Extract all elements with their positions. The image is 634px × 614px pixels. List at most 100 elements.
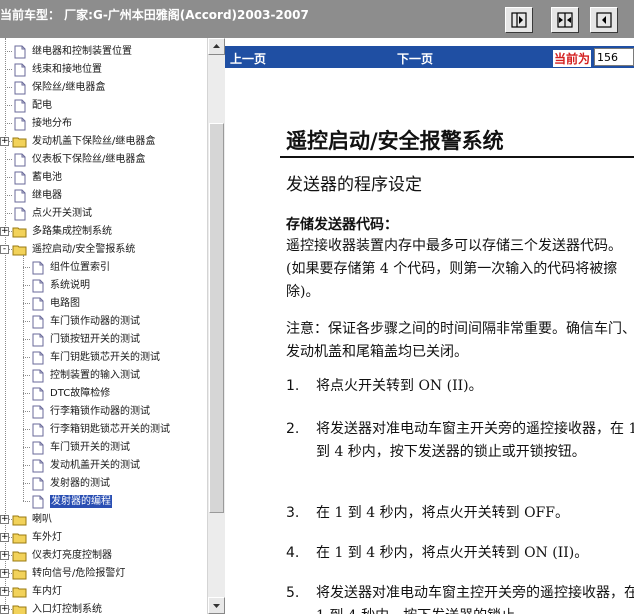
tree-item[interactable]: + 仪表灯亮度控制器 — [0, 547, 207, 565]
step-text: 将发送器对准电动车窗主开关旁的遥控接收器，在 1 到 4 秒内，按下发送器的锁止… — [316, 421, 634, 460]
scroll-up-button[interactable] — [208, 38, 225, 55]
tree-label[interactable]: 控制装置的输入测试 — [50, 369, 140, 382]
tree-label[interactable]: 车门钥匙锁芯开关的测试 — [50, 351, 160, 364]
tree-item[interactable]: + 转向信号/危险报警灯 — [0, 565, 207, 583]
tree-item[interactable]: + 喇叭 — [0, 511, 207, 529]
next-page-link[interactable]: 下一页 — [397, 50, 433, 67]
tree-label[interactable]: 车内灯 — [32, 585, 62, 598]
tree-item[interactable]: 蓄电池 — [0, 169, 207, 187]
tree-item[interactable]: 车门锁开关的测试 — [0, 439, 207, 457]
tree-item[interactable]: 点火开关测试 — [0, 205, 207, 223]
expand-button[interactable]: + — [0, 605, 9, 614]
page-number-input[interactable] — [594, 48, 634, 66]
expand-button[interactable]: + — [0, 227, 9, 236]
tree-label[interactable]: 发动机盖开关的测试 — [50, 459, 140, 472]
tree-item[interactable]: 行李箱钥匙锁芯开关的测试 — [0, 421, 207, 439]
scroll-thumb[interactable] — [209, 123, 224, 513]
tree-item[interactable]: + 发动机盖下保险丝/继电器盒 — [0, 133, 207, 151]
tree-item[interactable]: + 多路集成控制系统 — [0, 223, 207, 241]
section-heading: 存储发送器代码： — [286, 217, 398, 233]
step-number: 5. — [286, 585, 300, 601]
step-number: 4. — [286, 545, 300, 561]
tree-label[interactable]: 车外灯 — [32, 531, 62, 544]
tree-item[interactable]: 组件位置索引 — [0, 259, 207, 277]
tree-item[interactable]: 发射器的测试 — [0, 475, 207, 493]
down-arrow-icon — [213, 604, 220, 608]
tree-item[interactable]: + 入口灯控制系统 — [0, 601, 207, 614]
tree-item[interactable]: - 遥控启动/安全警报系统 — [0, 241, 207, 259]
show-tree-button[interactable] — [505, 7, 533, 33]
tree-label[interactable]: DTC故障检修 — [50, 387, 110, 400]
tree-label[interactable]: 入口灯控制系统 — [32, 603, 102, 614]
folder-icon — [12, 137, 27, 148]
tree-label[interactable]: 喇叭 — [32, 513, 52, 526]
tree-label[interactable]: 电路图 — [50, 297, 80, 310]
tree-item[interactable]: 车门钥匙锁芯开关的测试 — [0, 349, 207, 367]
expand-button[interactable]: + — [0, 515, 9, 524]
tree-item[interactable]: 行李箱锁作动器的测试 — [0, 403, 207, 421]
tree-label[interactable]: 多路集成控制系统 — [32, 225, 112, 238]
tree-item[interactable]: 继电器和控制装置位置 — [0, 43, 207, 61]
tree-item[interactable]: 仪表板下保险丝/继电器盒 — [0, 151, 207, 169]
show-both-button[interactable] — [551, 7, 579, 33]
prev-page-link[interactable]: 上一页 — [230, 50, 266, 67]
tree-connector — [23, 429, 30, 430]
expand-button[interactable]: + — [0, 587, 9, 596]
tree-item[interactable]: 控制装置的输入测试 — [0, 367, 207, 385]
tree-item[interactable]: 接地分布 — [0, 115, 207, 133]
tree-label[interactable]: 仪表灯亮度控制器 — [32, 549, 112, 562]
tree-connector — [23, 267, 30, 268]
tree-label[interactable]: 车门锁作动器的测试 — [50, 315, 140, 328]
tree-label[interactable]: 继电器 — [32, 189, 62, 202]
tree-label[interactable]: 保险丝/继电器盒 — [32, 81, 105, 94]
tree-label[interactable]: 发射器的测试 — [50, 477, 110, 490]
tree-label[interactable]: 点火开关测试 — [32, 207, 92, 220]
scroll-down-button[interactable] — [208, 597, 225, 614]
window-title: 当前车型： 厂家:G-广州本田雅阁(Accord)2003-2007 — [0, 8, 309, 22]
expand-button[interactable]: + — [0, 533, 9, 542]
tree-connector — [5, 195, 12, 196]
tree-item[interactable]: 保险丝/继电器盒 — [0, 79, 207, 97]
tree-connector — [23, 393, 30, 394]
tree-label[interactable]: 接地分布 — [32, 117, 72, 130]
tree-label[interactable]: 行李箱锁作动器的测试 — [50, 405, 150, 418]
tree-item[interactable]: 配电 — [0, 97, 207, 115]
tree-label[interactable]: 组件位置索引 — [50, 261, 110, 274]
tree-scrollbar[interactable] — [207, 38, 225, 614]
expand-button[interactable]: + — [0, 137, 9, 146]
tree-item[interactable]: + 车外灯 — [0, 529, 207, 547]
tree-item[interactable]: 发动机盖开关的测试 — [0, 457, 207, 475]
expand-button[interactable]: + — [0, 569, 9, 578]
tree-item[interactable]: DTC故障检修 — [0, 385, 207, 403]
tree-label[interactable]: 仪表板下保险丝/继电器盒 — [32, 153, 145, 166]
tree-item[interactable]: 门锁按钮开关的测试 — [0, 331, 207, 349]
tree-label[interactable]: 配电 — [32, 99, 52, 112]
tree-label[interactable]: 发动机盖下保险丝/继电器盒 — [32, 135, 155, 148]
tree-label[interactable]: 转向信号/危险报警灯 — [32, 567, 125, 580]
tree-label[interactable]: 遥控启动/安全警报系统 — [32, 243, 135, 256]
collapse-button[interactable]: - — [0, 245, 9, 254]
tree-label[interactable]: 行李箱钥匙锁芯开关的测试 — [50, 423, 170, 436]
tree-item[interactable]: 线束和接地位置 — [0, 61, 207, 79]
expand-button[interactable]: + — [0, 551, 9, 560]
show-document-button[interactable] — [590, 7, 618, 33]
tree-label[interactable]: 继电器和控制装置位置 — [32, 45, 132, 58]
tree-label[interactable]: 线束和接地位置 — [32, 63, 102, 76]
tree-item[interactable]: 系统说明 — [0, 277, 207, 295]
document-icon — [32, 297, 44, 311]
tree-item[interactable]: 继电器 — [0, 187, 207, 205]
tree-connector — [5, 159, 12, 160]
tree-label[interactable]: 门锁按钮开关的测试 — [50, 333, 140, 346]
tree-connector — [23, 303, 30, 304]
tree-item[interactable]: + 车内灯 — [0, 583, 207, 601]
folder-icon — [12, 533, 27, 544]
tree-label[interactable]: 系统说明 — [50, 279, 90, 292]
tree-label[interactable]: 蓄电池 — [32, 171, 62, 184]
tree-label[interactable]: 车门锁开关的测试 — [50, 441, 130, 454]
selected-tree-label[interactable]: 发射器的编程 — [50, 495, 112, 508]
document-icon — [14, 45, 26, 59]
tree-item[interactable]: 车门锁作动器的测试 — [0, 313, 207, 331]
tree-item[interactable]: 发射器的编程 — [0, 493, 207, 511]
document-icon — [14, 189, 26, 203]
tree-item[interactable]: 电路图 — [0, 295, 207, 313]
